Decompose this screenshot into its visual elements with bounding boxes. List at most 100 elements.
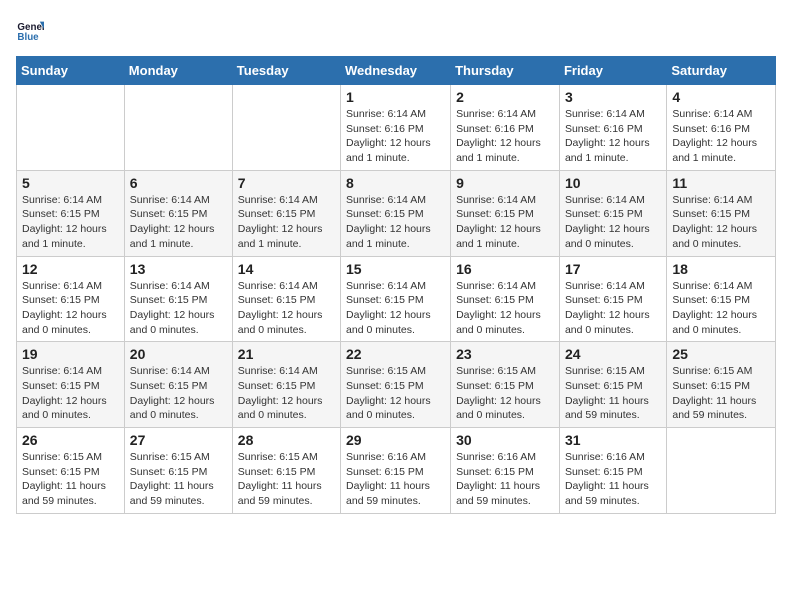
day-number: 17 xyxy=(565,261,661,277)
logo: General Blue xyxy=(16,16,48,44)
calendar-cell: 11 Sunrise: 6:14 AM Sunset: 6:15 PM Dayli… xyxy=(667,170,776,256)
calendar-cell: 24 Sunrise: 6:15 AM Sunset: 6:15 PM Dayli… xyxy=(559,342,666,428)
calendar-cell: 4 Sunrise: 6:14 AM Sunset: 6:16 PM Daylig… xyxy=(667,85,776,171)
calendar-cell: 13 Sunrise: 6:14 AM Sunset: 6:15 PM Dayli… xyxy=(124,256,232,342)
day-info: Sunrise: 6:14 AM Sunset: 6:16 PM Dayligh… xyxy=(565,107,661,166)
day-number: 2 xyxy=(456,89,554,105)
day-number: 25 xyxy=(672,346,770,362)
day-info: Sunrise: 6:15 AM Sunset: 6:15 PM Dayligh… xyxy=(346,364,445,423)
day-info: Sunrise: 6:15 AM Sunset: 6:15 PM Dayligh… xyxy=(456,364,554,423)
day-number: 31 xyxy=(565,432,661,448)
day-number: 20 xyxy=(130,346,227,362)
day-number: 27 xyxy=(130,432,227,448)
day-info: Sunrise: 6:15 AM Sunset: 6:15 PM Dayligh… xyxy=(130,450,227,509)
day-info: Sunrise: 6:16 AM Sunset: 6:15 PM Dayligh… xyxy=(456,450,554,509)
day-info: Sunrise: 6:15 AM Sunset: 6:15 PM Dayligh… xyxy=(565,364,661,423)
day-info: Sunrise: 6:14 AM Sunset: 6:15 PM Dayligh… xyxy=(346,193,445,252)
day-number: 6 xyxy=(130,175,227,191)
col-header-saturday: Saturday xyxy=(667,57,776,85)
day-info: Sunrise: 6:14 AM Sunset: 6:15 PM Dayligh… xyxy=(22,279,119,338)
calendar-table: SundayMondayTuesdayWednesdayThursdayFrid… xyxy=(16,56,776,514)
calendar-cell: 14Sunrise: 6:14 AM Sunset: 6:15 PM Dayli… xyxy=(232,256,340,342)
calendar-cell: 31 Sunrise: 6:16 AM Sunset: 6:15 PM Dayli… xyxy=(559,428,666,514)
day-number: 12 xyxy=(22,261,119,277)
page-header: General Blue xyxy=(16,16,776,44)
day-number: 29 xyxy=(346,432,445,448)
calendar-cell: 10Sunrise: 6:14 AM Sunset: 6:15 PM Dayli… xyxy=(559,170,666,256)
day-number: 15 xyxy=(346,261,445,277)
calendar-week-2: 5 Sunrise: 6:14 AM Sunset: 6:15 PM Daylig… xyxy=(17,170,776,256)
calendar-cell: 2 Sunrise: 6:14 AM Sunset: 6:16 PM Daylig… xyxy=(451,85,560,171)
calendar-cell: 16Sunrise: 6:14 AM Sunset: 6:15 PM Dayli… xyxy=(451,256,560,342)
calendar-cell: 25 Sunrise: 6:15 AM Sunset: 6:15 PM Dayli… xyxy=(667,342,776,428)
col-header-friday: Friday xyxy=(559,57,666,85)
day-number: 3 xyxy=(565,89,661,105)
day-info: Sunrise: 6:15 AM Sunset: 6:15 PM Dayligh… xyxy=(238,450,335,509)
calendar-cell: 1 Sunrise: 6:14 AM Sunset: 6:16 PM Daylig… xyxy=(341,85,451,171)
day-number: 22 xyxy=(346,346,445,362)
calendar-week-1: 1 Sunrise: 6:14 AM Sunset: 6:16 PM Daylig… xyxy=(17,85,776,171)
calendar-cell: 12 Sunrise: 6:14 AM Sunset: 6:15 PM Dayli… xyxy=(17,256,125,342)
calendar-cell: 20 Sunrise: 6:14 AM Sunset: 6:15 PM Dayli… xyxy=(124,342,232,428)
calendar-cell: 6Sunrise: 6:14 AM Sunset: 6:15 PM Daylig… xyxy=(124,170,232,256)
day-info: Sunrise: 6:16 AM Sunset: 6:15 PM Dayligh… xyxy=(565,450,661,509)
day-info: Sunrise: 6:14 AM Sunset: 6:15 PM Dayligh… xyxy=(565,279,661,338)
day-info: Sunrise: 6:14 AM Sunset: 6:15 PM Dayligh… xyxy=(130,364,227,423)
calendar-week-5: 26Sunrise: 6:15 AM Sunset: 6:15 PM Dayli… xyxy=(17,428,776,514)
calendar-cell: 26Sunrise: 6:15 AM Sunset: 6:15 PM Dayli… xyxy=(17,428,125,514)
col-header-wednesday: Wednesday xyxy=(341,57,451,85)
calendar-cell: 29 Sunrise: 6:16 AM Sunset: 6:15 PM Dayli… xyxy=(341,428,451,514)
day-number: 8 xyxy=(346,175,445,191)
calendar-cell: 15Sunrise: 6:14 AM Sunset: 6:15 PM Dayli… xyxy=(341,256,451,342)
day-number: 11 xyxy=(672,175,770,191)
day-info: Sunrise: 6:14 AM Sunset: 6:15 PM Dayligh… xyxy=(130,279,227,338)
calendar-cell: 19 Sunrise: 6:14 AM Sunset: 6:15 PM Dayli… xyxy=(17,342,125,428)
calendar-cell: 30 Sunrise: 6:16 AM Sunset: 6:15 PM Dayli… xyxy=(451,428,560,514)
day-info: Sunrise: 6:14 AM Sunset: 6:15 PM Dayligh… xyxy=(22,364,119,423)
day-info: Sunrise: 6:14 AM Sunset: 6:15 PM Dayligh… xyxy=(565,193,661,252)
day-number: 16 xyxy=(456,261,554,277)
calendar-cell: 3 Sunrise: 6:14 AM Sunset: 6:16 PM Daylig… xyxy=(559,85,666,171)
day-info: Sunrise: 6:14 AM Sunset: 6:16 PM Dayligh… xyxy=(456,107,554,166)
calendar-header: SundayMondayTuesdayWednesdayThursdayFrid… xyxy=(17,57,776,85)
svg-text:Blue: Blue xyxy=(17,32,39,43)
calendar-week-4: 19 Sunrise: 6:14 AM Sunset: 6:15 PM Dayli… xyxy=(17,342,776,428)
day-info: Sunrise: 6:14 AM Sunset: 6:16 PM Dayligh… xyxy=(672,107,770,166)
calendar-cell: 7 Sunrise: 6:14 AM Sunset: 6:15 PM Daylig… xyxy=(232,170,340,256)
day-info: Sunrise: 6:14 AM Sunset: 6:15 PM Dayligh… xyxy=(672,279,770,338)
calendar-cell xyxy=(17,85,125,171)
day-number: 14 xyxy=(238,261,335,277)
day-info: Sunrise: 6:15 AM Sunset: 6:15 PM Dayligh… xyxy=(22,450,119,509)
day-number: 24 xyxy=(565,346,661,362)
calendar-cell xyxy=(124,85,232,171)
day-number: 18 xyxy=(672,261,770,277)
day-number: 30 xyxy=(456,432,554,448)
day-number: 1 xyxy=(346,89,445,105)
day-number: 13 xyxy=(130,261,227,277)
day-info: Sunrise: 6:16 AM Sunset: 6:15 PM Dayligh… xyxy=(346,450,445,509)
day-info: Sunrise: 6:14 AM Sunset: 6:15 PM Dayligh… xyxy=(238,193,335,252)
calendar-cell: 27 Sunrise: 6:15 AM Sunset: 6:15 PM Dayli… xyxy=(124,428,232,514)
day-number: 5 xyxy=(22,175,119,191)
day-info: Sunrise: 6:14 AM Sunset: 6:15 PM Dayligh… xyxy=(238,364,335,423)
calendar-cell: 18 Sunrise: 6:14 AM Sunset: 6:15 PM Dayli… xyxy=(667,256,776,342)
day-info: Sunrise: 6:14 AM Sunset: 6:16 PM Dayligh… xyxy=(346,107,445,166)
calendar-body: 1 Sunrise: 6:14 AM Sunset: 6:16 PM Daylig… xyxy=(17,85,776,514)
calendar-cell xyxy=(232,85,340,171)
day-info: Sunrise: 6:15 AM Sunset: 6:15 PM Dayligh… xyxy=(672,364,770,423)
day-number: 23 xyxy=(456,346,554,362)
col-header-tuesday: Tuesday xyxy=(232,57,340,85)
calendar-cell: 17 Sunrise: 6:14 AM Sunset: 6:15 PM Dayli… xyxy=(559,256,666,342)
day-info: Sunrise: 6:14 AM Sunset: 6:15 PM Dayligh… xyxy=(22,193,119,252)
calendar-cell: 8 Sunrise: 6:14 AM Sunset: 6:15 PM Daylig… xyxy=(341,170,451,256)
day-info: Sunrise: 6:14 AM Sunset: 6:15 PM Dayligh… xyxy=(672,193,770,252)
calendar-cell: 23 Sunrise: 6:15 AM Sunset: 6:15 PM Dayli… xyxy=(451,342,560,428)
calendar-cell xyxy=(667,428,776,514)
day-number: 19 xyxy=(22,346,119,362)
calendar-cell: 28Sunrise: 6:15 AM Sunset: 6:15 PM Dayli… xyxy=(232,428,340,514)
calendar-cell: 9Sunrise: 6:14 AM Sunset: 6:15 PM Daylig… xyxy=(451,170,560,256)
col-header-thursday: Thursday xyxy=(451,57,560,85)
day-number: 7 xyxy=(238,175,335,191)
day-number: 4 xyxy=(672,89,770,105)
calendar-cell: 22 Sunrise: 6:15 AM Sunset: 6:15 PM Dayli… xyxy=(341,342,451,428)
